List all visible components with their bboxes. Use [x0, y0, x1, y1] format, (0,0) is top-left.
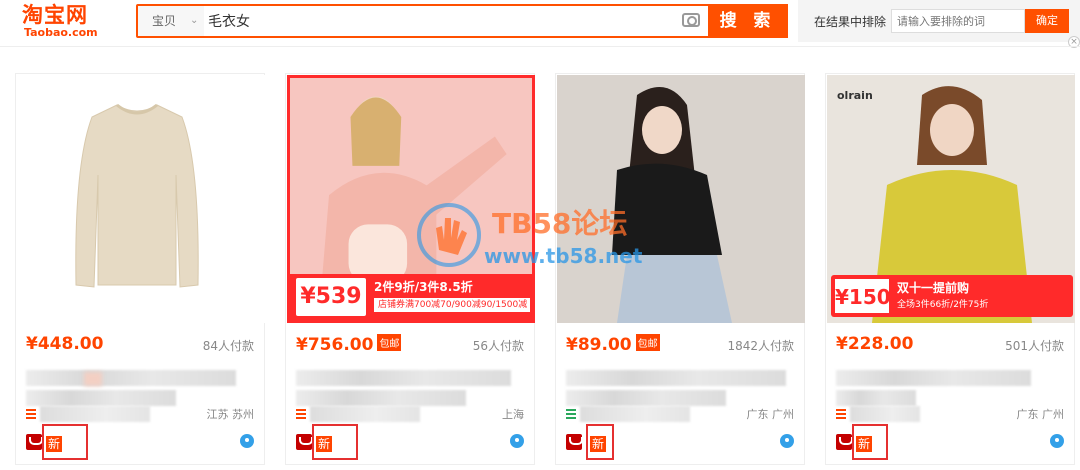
tmall-icon — [836, 434, 853, 450]
blurred-title-line — [26, 370, 236, 386]
promo-sub-line: 店铺券满700减70/900减90/1500减150 — [374, 298, 530, 320]
sales-count: 56人付款 — [472, 339, 524, 353]
location: 上海 — [502, 408, 524, 421]
location: 广东 广州 — [1016, 408, 1065, 421]
blurred-title-line — [836, 390, 916, 406]
free-shipping-badge: 包邮 — [635, 334, 660, 351]
shop-icon — [26, 409, 36, 419]
model-image — [557, 75, 805, 323]
wangwang-icon[interactable] — [510, 434, 524, 448]
product-card[interactable]: ¥89.00 包邮 1842人付款 广东 广州 新 — [555, 73, 805, 465]
product-price: ¥756.00 包邮 — [296, 334, 402, 355]
taobao-logo[interactable]: 淘宝网 Taobao.com — [22, 3, 112, 43]
promo-line: 双十一提前购 — [897, 281, 970, 295]
chevron-down-icon: ⌄ — [190, 15, 199, 26]
blurred-title-line — [296, 390, 466, 406]
price-value: ¥448.00 — [26, 334, 104, 354]
new-badge: 新 — [46, 436, 62, 452]
tmall-icon — [296, 434, 313, 450]
product-image[interactable] — [17, 75, 265, 323]
promo-banner: ¥150 双十一提前购 全场3件66折/2件75折 — [831, 275, 1073, 317]
promo-price: ¥539 — [296, 278, 366, 316]
product-image[interactable] — [557, 75, 805, 323]
blurred-title-line — [566, 390, 726, 406]
promo-line: 2件9折/3件8.5折 — [374, 280, 473, 294]
sales-count: 84人付款 — [202, 339, 254, 353]
search-input[interactable] — [208, 10, 668, 32]
new-badge-highlight: 新 — [852, 424, 888, 460]
shop-icon — [836, 409, 846, 419]
search-button[interactable]: 搜 索 — [708, 4, 788, 38]
promo-price: ¥150 — [835, 279, 891, 313]
promo-sub-line: 全场3件66折/2件75折 — [897, 300, 989, 310]
price-value: ¥228.00 — [836, 334, 914, 354]
search-bar: 宝贝 ⌄ 搜 索 — [136, 4, 788, 38]
shop-icon — [296, 409, 306, 419]
exclude-panel: 在结果中排除 确定 — [798, 0, 1080, 42]
wangwang-icon[interactable] — [240, 434, 254, 448]
new-badge: 新 — [316, 436, 332, 452]
price-value: ¥756.00 — [296, 335, 374, 355]
location: 广东 广州 — [746, 408, 795, 421]
tmall-icon — [566, 434, 583, 450]
product-price: ¥228.00 — [836, 334, 913, 354]
blurred-title-fragment — [84, 372, 102, 386]
camera-icon[interactable] — [682, 13, 700, 27]
blurred-shop-name[interactable] — [310, 406, 420, 422]
blurred-title-line — [296, 370, 511, 386]
blurred-shop-name[interactable] — [850, 406, 920, 422]
search-category-label: 宝贝 — [152, 14, 177, 28]
blurred-title-line — [26, 390, 176, 406]
wangwang-icon[interactable] — [1050, 434, 1064, 448]
wangwang-icon[interactable] — [780, 434, 794, 448]
blurred-shop-name[interactable] — [580, 406, 690, 422]
new-badge-highlight: 新 — [312, 424, 358, 460]
product-image[interactable]: olrain ¥150 双十一提前购 全场3件66折/2件75折 — [827, 75, 1075, 323]
exclude-confirm-button[interactable]: 确定 — [1025, 9, 1069, 33]
product-card[interactable]: olrain ¥150 双十一提前购 全场3件66折/2件75折 ¥228.00… — [825, 73, 1075, 465]
tmall-icon — [26, 434, 43, 450]
sales-count: 1842人付款 — [727, 339, 794, 353]
shop-icon — [566, 409, 576, 419]
new-badge-highlight: 新 — [586, 424, 614, 460]
free-shipping-badge: 包邮 — [377, 334, 402, 351]
header: 淘宝网 Taobao.com 宝贝 ⌄ 搜 索 在结果中排除 确定 × — [0, 0, 1080, 48]
sweater-image — [75, 103, 199, 288]
location: 江苏 苏州 — [206, 408, 255, 421]
promo-banner: ¥539 2件9折/3件8.5折 店铺券满700减70/900减90/1500减… — [290, 274, 532, 320]
product-image[interactable]: ¥539 2件9折/3件8.5折 店铺券满700减70/900减90/1500减… — [287, 75, 535, 323]
blurred-title-line — [566, 370, 786, 386]
product-price: ¥89.00 包邮 — [566, 334, 660, 355]
exclude-input[interactable] — [891, 9, 1025, 33]
logo-text-cn: 淘宝网 — [22, 3, 88, 27]
product-card[interactable]: ¥539 2件9折/3件8.5折 店铺券满700减70/900减90/1500减… — [285, 73, 535, 465]
new-badge: 新 — [856, 436, 872, 452]
brand-logo: olrain — [837, 89, 873, 102]
sales-count: 501人付款 — [1005, 339, 1064, 353]
search-category-select[interactable]: 宝贝 ⌄ — [138, 6, 204, 36]
new-badge-highlight: 新 — [42, 424, 88, 460]
exclude-label: 在结果中排除 — [814, 15, 887, 29]
divider — [0, 46, 1080, 47]
blurred-shop-name[interactable] — [40, 406, 150, 422]
blurred-title-line — [836, 370, 1031, 386]
price-value: ¥89.00 — [566, 335, 632, 355]
product-price: ¥448.00 — [26, 334, 103, 354]
logo-text-en: Taobao.com — [24, 26, 98, 39]
new-badge: 新 — [590, 436, 606, 452]
product-card[interactable]: ¥448.00 84人付款 江苏 苏州 新 — [15, 73, 265, 465]
